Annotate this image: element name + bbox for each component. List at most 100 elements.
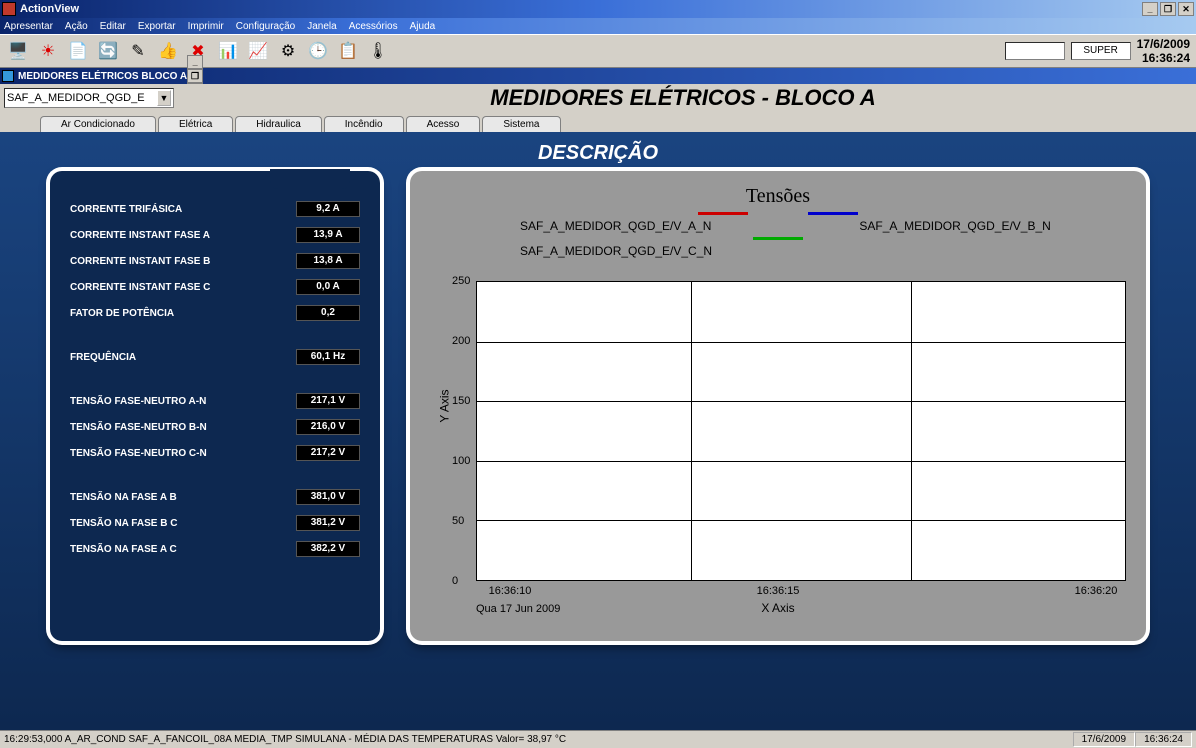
legend-swatch-red <box>698 212 748 215</box>
meter-label: CORRENTE INSTANT FASE C <box>70 282 210 293</box>
meter-value: 13,8 A <box>296 253 360 269</box>
status-message: 16:29:53,000 A_AR_COND SAF_A_FANCOIL_08A… <box>4 734 566 745</box>
y-tick: 250 <box>452 275 470 287</box>
meter-value: 217,1 V <box>296 393 360 409</box>
tab-sistema[interactable]: Sistema <box>482 116 560 132</box>
role-field: SUPER <box>1071 42 1131 60</box>
app-titlebar: ActionView _ ❐ ✕ <box>0 0 1196 18</box>
sub-maximize-button[interactable]: ❐ <box>187 69 203 83</box>
date-label: 17/6/2009 <box>1137 37 1190 51</box>
chart-legend: SAF_A_MEDIDOR_QGD_E/V_A_N SAF_A_MEDIDOR_… <box>420 212 1136 258</box>
tab-acesso[interactable]: Acesso <box>406 116 481 132</box>
x-axis-label: X Axis <box>761 601 794 615</box>
toolbar: 🖥️ ☀ 📄 🔄 ✎ 👍 ✖ 📊 📈 ⚙ 🕒 📋 🌡 SUPER 17/6/20… <box>0 34 1196 68</box>
x-tick: 16:36:20 <box>1075 585 1118 597</box>
legend-swatch-green <box>753 237 803 240</box>
menu-item[interactable]: Janela <box>307 21 336 32</box>
thermo-icon[interactable]: 🌡 <box>366 39 390 63</box>
meter-label: TENSÃO NA FASE B C <box>70 518 177 529</box>
menu-item[interactable]: Editar <box>100 21 126 32</box>
close-button[interactable]: ✕ <box>1178 2 1194 16</box>
time-label: 16:36:24 <box>1137 51 1190 65</box>
page-title: MEDIDORES ELÉTRICOS - BLOCO A <box>174 85 1192 111</box>
chart-panel: Tensões SAF_A_MEDIDOR_QGD_E/V_A_N SAF_A_… <box>410 171 1146 641</box>
y-tick: 150 <box>452 395 470 407</box>
menu-item[interactable]: Configuração <box>236 21 295 32</box>
refresh-icon[interactable]: 🔄 <box>96 39 120 63</box>
maximize-button[interactable]: ❐ <box>1160 2 1176 16</box>
meter-label: CORRENTE TRIFÁSICA <box>70 204 182 215</box>
chevron-down-icon[interactable]: ▼ <box>157 90 171 106</box>
network-icon[interactable]: ⚙ <box>276 39 300 63</box>
tab-hidraulica[interactable]: Hidraulica <box>235 116 321 132</box>
x-tick: 16:36:10 <box>489 585 532 597</box>
status-time: 16:36:24 <box>1135 732 1192 747</box>
legend-swatch-blue <box>808 212 858 215</box>
pencil-icon[interactable]: ✎ <box>126 39 150 63</box>
y-tick: 200 <box>452 335 470 347</box>
meter-value: 216,0 V <box>296 419 360 435</box>
sun-icon[interactable]: ☀ <box>36 39 60 63</box>
meter-label: TENSÃO FASE-NEUTRO A-N <box>70 396 206 407</box>
menubar: Apresentar Ação Editar Exportar Imprimir… <box>0 18 1196 34</box>
minimize-button[interactable]: _ <box>1142 2 1158 16</box>
y-tick: 0 <box>452 575 458 587</box>
y-tick: 50 <box>452 515 464 527</box>
meter-label: TENSÃO NA FASE A C <box>70 544 177 555</box>
status-date: 17/6/2009 <box>1073 732 1136 747</box>
x-tick: 16:36:15 <box>757 585 800 597</box>
legend-item: SAF_A_MEDIDOR_QGD_E/V_A_N SAF_A_MEDIDOR_… <box>420 219 1136 233</box>
chart-area[interactable]: Tensões SAF_A_MEDIDOR_QGD_E/V_A_N SAF_A_… <box>420 181 1136 631</box>
y-tick: 100 <box>452 455 470 467</box>
page-icon[interactable]: 📄 <box>66 39 90 63</box>
legend-item <box>808 212 858 215</box>
menu-item[interactable]: Ação <box>65 21 88 32</box>
menu-item[interactable]: Exportar <box>138 21 176 32</box>
meter-label: FREQUÊNCIA <box>70 352 136 363</box>
meter-label: CORRENTE INSTANT FASE A <box>70 230 210 241</box>
menu-item[interactable]: Imprimir <box>188 21 224 32</box>
legend-label: SAF_A_MEDIDOR_QGD_E/V_A_N <box>520 219 711 233</box>
meter-label: FATOR DE POTÊNCIA <box>70 308 174 319</box>
meter-label: TENSÃO FASE-NEUTRO B-N <box>70 422 207 433</box>
meter-value: 9,2 A <box>296 201 360 217</box>
monitor-icon[interactable]: 🖥️ <box>6 39 30 63</box>
tab-ar-condicionado[interactable]: Ar Condicionado <box>40 116 156 132</box>
tab-eletrica[interactable]: Elétrica <box>158 116 233 132</box>
meter-value: 0,2 <box>296 305 360 321</box>
legend-label: SAF_A_MEDIDOR_QGD_E/V_C_N <box>520 244 712 258</box>
menu-item[interactable]: Ajuda <box>410 21 436 32</box>
subwindow-icon <box>2 70 14 82</box>
meter-label: CORRENTE INSTANT FASE B <box>70 256 210 267</box>
tab-row: Ar Condicionado Elétrica Hidraulica Incê… <box>0 112 1196 132</box>
panel-corner <box>270 169 350 189</box>
meter-value: 217,2 V <box>296 445 360 461</box>
meter-label: TENSÃO NA FASE A B <box>70 492 177 503</box>
header-row: SAF_A_MEDIDOR_QGD_E ▼ MEDIDORES ELÉTRICO… <box>0 84 1196 112</box>
meter-select-dropdown[interactable]: SAF_A_MEDIDOR_QGD_E ▼ <box>4 88 174 108</box>
tab-incendio[interactable]: Incêndio <box>324 116 404 132</box>
app-title: ActionView <box>20 3 79 15</box>
chart-title: Tensões <box>420 181 1136 212</box>
meter-label: TENSÃO FASE-NEUTRO C-N <box>70 448 207 459</box>
meter-value: 381,2 V <box>296 515 360 531</box>
menu-item[interactable]: Acessórios <box>349 21 398 32</box>
barchart-icon[interactable]: 📊 <box>216 39 240 63</box>
legend-label: SAF_A_MEDIDOR_QGD_E/V_B_N <box>859 219 1050 233</box>
doc-icon[interactable]: 📋 <box>336 39 360 63</box>
legend-item <box>753 237 803 240</box>
content-area: DESCRIÇÃO CORRENTE TRIFÁSICA9,2 A CORREN… <box>0 132 1196 730</box>
meter-value: 13,9 A <box>296 227 360 243</box>
menu-item[interactable]: Apresentar <box>4 21 53 32</box>
subwindow-title: MEDIDORES ELÉTRICOS BLOCO A <box>18 71 187 82</box>
status-field-1 <box>1005 42 1065 60</box>
clock-icon[interactable]: 🕒 <box>306 39 330 63</box>
meter-panel: CORRENTE TRIFÁSICA 9,2 A CORRENTE INSTANT… <box>50 171 380 641</box>
thumbsup-icon[interactable]: 👍 <box>156 39 180 63</box>
sub-minimize-button[interactable]: _ <box>187 55 203 69</box>
chart2-icon[interactable]: 📈 <box>246 39 270 63</box>
legend-item: SAF_A_MEDIDOR_QGD_E/V_C_N <box>420 244 1136 258</box>
subwindow-titlebar: MEDIDORES ELÉTRICOS BLOCO A _ ❐ ✕ <box>0 68 1196 84</box>
y-axis-label: Y Axis <box>438 389 452 422</box>
plot-area[interactable] <box>476 281 1126 581</box>
